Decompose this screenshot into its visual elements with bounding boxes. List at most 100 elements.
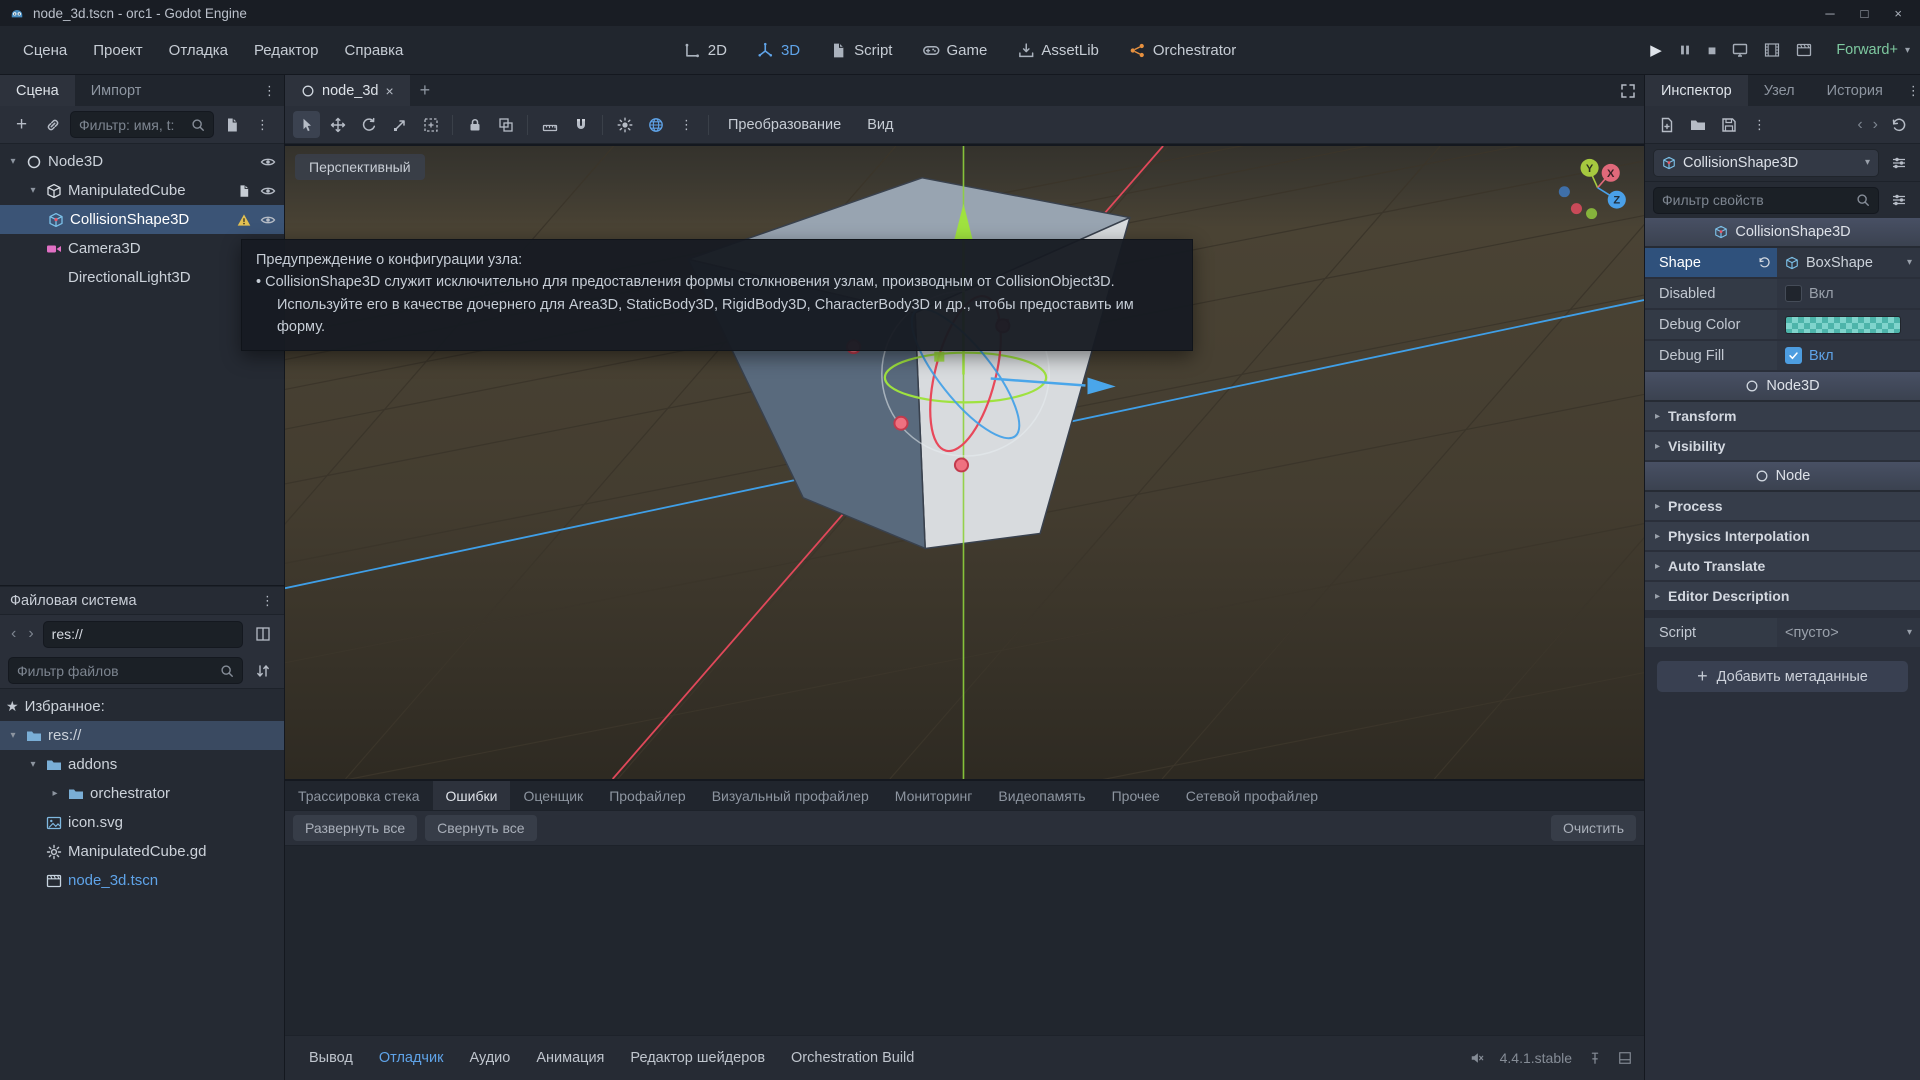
toggle-split-mode-button[interactable] [249, 621, 276, 648]
bb-orchestration-build[interactable]: Orchestration Build [779, 1042, 926, 1074]
tree-node-collisionshape3d[interactable]: CollisionShape3D [0, 205, 284, 234]
distraction-free-icon[interactable] [1620, 83, 1636, 99]
expand-all-button[interactable]: Развернуть все [293, 815, 417, 841]
tab-history[interactable]: История [1811, 75, 1899, 106]
path-input[interactable] [52, 626, 234, 642]
rotate-tool-button[interactable] [355, 111, 382, 138]
workspace-script[interactable]: Script [830, 42, 892, 59]
fs-item-manipulatedcube-gd[interactable]: ManipulatedCube.gd [0, 837, 284, 866]
snap-button[interactable] [567, 111, 594, 138]
instance-scene-button[interactable] [39, 111, 66, 138]
list-select-button[interactable] [417, 111, 444, 138]
scene-dock-menu-icon[interactable]: ⋮ [263, 84, 276, 97]
revert-icon[interactable] [1758, 256, 1771, 269]
collapse-all-button[interactable]: Свернуть все [425, 815, 536, 841]
dbg-tab-video-ram[interactable]: Видеопамять [985, 781, 1098, 810]
mute-speaker-icon[interactable] [1470, 1051, 1484, 1065]
renderer-select[interactable]: Forward+▾ [1836, 42, 1910, 58]
menu-debug[interactable]: Отладка [156, 35, 241, 66]
scene-tree-menu-button[interactable]: ⋮ [249, 111, 276, 138]
plane-handle-green[interactable] [934, 352, 944, 362]
error-list[interactable] [285, 846, 1644, 1035]
group-auto-translate[interactable]: ▸Auto Translate [1645, 552, 1920, 582]
collapse-arrow-icon[interactable]: ▸ [48, 788, 62, 799]
favorites-row[interactable]: ★ Избранное: [0, 692, 284, 721]
close-button[interactable]: × [1894, 6, 1902, 21]
new-resource-button[interactable] [1653, 111, 1680, 138]
scene-filter-input[interactable] [79, 117, 185, 133]
visibility-eye-icon[interactable] [260, 154, 276, 170]
workspace-game[interactable]: Game [922, 42, 987, 59]
clear-button[interactable]: Очистить [1551, 815, 1636, 841]
stop-button[interactable]: ■ [1708, 42, 1716, 58]
property-shape-value[interactable]: BoxShape ▾ [1777, 248, 1920, 277]
scene-tab-node3d[interactable]: node_3d × [285, 75, 410, 106]
debug-color-swatch[interactable] [1785, 316, 1901, 334]
collapse-arrow-icon[interactable]: ▾ [26, 185, 40, 196]
menu-editor[interactable]: Редактор [241, 35, 332, 66]
nav-back-icon[interactable]: ‹ [8, 625, 19, 643]
edited-object-select[interactable]: CollisionShape3D ▾ [1653, 149, 1879, 177]
axis-neg-y-ball[interactable] [1586, 208, 1597, 219]
bb-debugger[interactable]: Отладчик [367, 1042, 456, 1074]
fs-item-orchestrator[interactable]: ▸ orchestrator [0, 779, 284, 808]
group-visibility[interactable]: ▸Visibility [1645, 432, 1920, 462]
dbg-tab-misc[interactable]: Прочее [1099, 781, 1173, 810]
fs-item-res[interactable]: ▾ res:// [0, 721, 284, 750]
collapse-arrow-icon[interactable]: ▾ [26, 759, 40, 770]
remote-debug-icon[interactable] [1732, 42, 1748, 58]
tab-scene[interactable]: Сцена [0, 75, 75, 106]
workspace-3d[interactable]: 3D [757, 42, 800, 59]
nav-forward-icon[interactable]: › [25, 625, 36, 643]
filesystem-menu-icon[interactable]: ⋮ [261, 594, 274, 607]
dbg-tab-evaluator[interactable]: Оценщик [510, 781, 596, 810]
category-collisionshape3d[interactable]: CollisionShape3D [1645, 218, 1920, 248]
history-forward-icon[interactable]: › [1870, 116, 1881, 134]
disabled-checkbox[interactable] [1785, 285, 1802, 302]
pause-button[interactable] [1678, 43, 1692, 57]
dbg-tab-visual-profiler[interactable]: Визуальный профайлер [699, 781, 882, 810]
transform-menu[interactable]: Преобразование [717, 111, 852, 139]
movie-maker-icon[interactable] [1796, 42, 1812, 58]
save-resource-button[interactable] [1715, 111, 1742, 138]
load-resource-button[interactable] [1684, 111, 1711, 138]
add-node-button[interactable]: + [8, 111, 35, 138]
dbg-tab-errors[interactable]: Ошибки [433, 781, 511, 810]
object-history-button[interactable] [1885, 111, 1912, 138]
node-warning-icon[interactable] [237, 213, 251, 227]
property-shape-label[interactable]: Shape [1645, 248, 1777, 277]
group-physics-interpolation[interactable]: ▸Physics Interpolation [1645, 522, 1920, 552]
collapse-arrow-icon[interactable]: ▾ [6, 730, 20, 741]
menu-project[interactable]: Проект [80, 35, 155, 66]
bb-output[interactable]: Вывод [297, 1042, 365, 1074]
axis-neg-x-ball[interactable] [1571, 203, 1582, 214]
lock-button[interactable] [461, 111, 488, 138]
pin-bottom-panel-icon[interactable] [1588, 1051, 1602, 1065]
open-docs-button[interactable] [1885, 149, 1912, 176]
collapse-arrow-icon[interactable]: ▾ [6, 156, 20, 167]
close-tab-icon[interactable]: × [385, 84, 393, 98]
menu-scene[interactable]: Сцена [10, 35, 80, 66]
scale-tool-button[interactable] [386, 111, 413, 138]
attach-script-button[interactable] [218, 111, 245, 138]
select-tool-button[interactable] [293, 111, 320, 138]
menu-help[interactable]: Справка [332, 35, 417, 66]
file-sort-button[interactable] [249, 657, 276, 684]
inspector-dock-menu-icon[interactable]: ⋮ [1907, 84, 1920, 97]
bb-animation[interactable]: Анимация [524, 1042, 616, 1074]
tab-import[interactable]: Импорт [75, 75, 158, 106]
add-scene-tab-button[interactable]: + [410, 75, 441, 106]
workspace-2d[interactable]: 2D [684, 42, 727, 59]
attached-script-icon[interactable] [237, 184, 251, 198]
movie-writer-icon[interactable] [1764, 42, 1780, 58]
dbg-tab-monitors[interactable]: Мониторинг [882, 781, 986, 810]
tree-node-node3d[interactable]: ▾ Node3D [0, 147, 284, 176]
workspace-orchestrator[interactable]: Orchestrator [1129, 42, 1236, 59]
axis-neg-z-ball[interactable] [1559, 186, 1570, 197]
group-editor-description[interactable]: ▸Editor Description [1645, 582, 1920, 612]
group-transform[interactable]: ▸Transform [1645, 402, 1920, 432]
property-filter-input[interactable] [1662, 192, 1850, 208]
environment-toggle-button[interactable] [642, 111, 669, 138]
tab-node[interactable]: Узел [1748, 75, 1811, 106]
visibility-eye-icon[interactable] [260, 212, 276, 228]
